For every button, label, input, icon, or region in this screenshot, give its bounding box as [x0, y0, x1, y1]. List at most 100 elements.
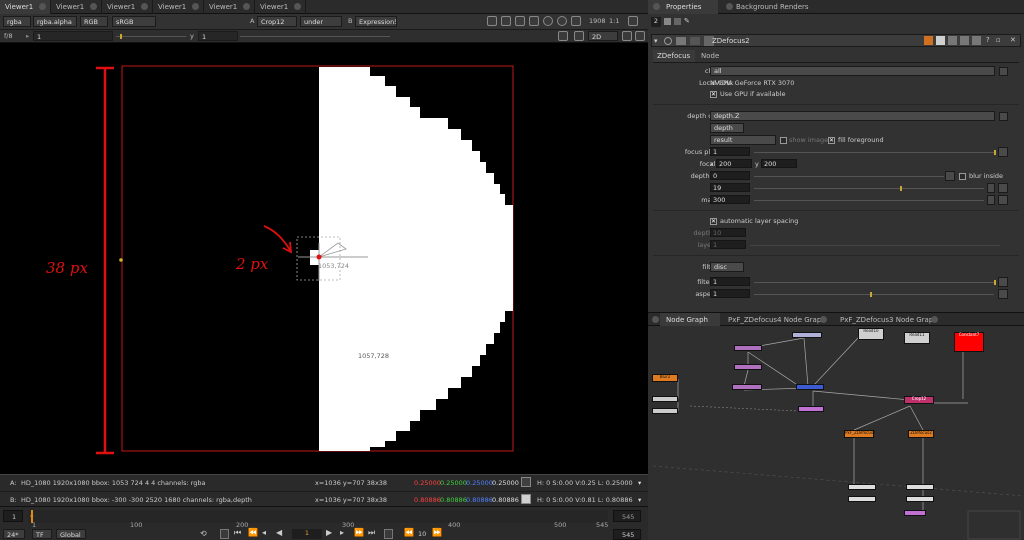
roi-icon[interactable] [487, 16, 497, 26]
graph-node[interactable] [792, 332, 822, 338]
node-color-icon[interactable] [676, 37, 686, 45]
gain-slider-knob[interactable] [120, 34, 122, 39]
pencil-icon[interactable]: ✎ [684, 17, 690, 25]
math-dropdown[interactable]: depth [710, 123, 744, 133]
viewer-node[interactable] [904, 510, 926, 516]
frame-input[interactable]: 1 [33, 31, 113, 41]
focus-plane-input[interactable]: 1 [710, 147, 750, 156]
close-icon[interactable] [820, 316, 827, 323]
region-icon[interactable] [574, 31, 584, 41]
close-icon[interactable] [294, 3, 301, 10]
lock-icon[interactable] [664, 18, 671, 25]
next-frame-icon[interactable]: ▸ [340, 528, 344, 537]
filter-shape-input[interactable]: 1 [710, 277, 750, 286]
composite-op-dropdown[interactable]: under [300, 16, 342, 27]
current-frame-field[interactable]: 1 [3, 510, 23, 522]
view-toggle-icon[interactable] [987, 183, 995, 193]
overlay-icon[interactable] [529, 16, 539, 26]
channel-menu-icon[interactable] [999, 67, 1008, 76]
ratio-label[interactable]: 1:1 [609, 17, 619, 25]
roi-select-icon[interactable] [558, 31, 568, 41]
collapse-icon[interactable]: ▾ [654, 37, 658, 45]
gamma-slider[interactable] [240, 36, 390, 37]
graph-node[interactable] [652, 396, 678, 402]
step-back-icon[interactable]: ⏪ [404, 528, 414, 537]
show-image-checkbox[interactable] [780, 137, 787, 144]
camera-icon[interactable] [622, 31, 632, 41]
animation-menu-icon[interactable] [998, 195, 1008, 205]
graph-node[interactable] [734, 364, 762, 370]
graph-node[interactable] [906, 496, 934, 502]
timeline-track[interactable]: ▾ [28, 510, 608, 523]
float-icon[interactable] [674, 18, 681, 25]
blur-inside-checkbox[interactable] [959, 173, 966, 180]
read-node-1[interactable]: Read10 [858, 328, 884, 340]
layer-curve-slider[interactable] [750, 245, 1000, 246]
auto-layer-checkbox[interactable]: ✕ [710, 218, 717, 225]
depth-layers-input[interactable]: 10 [710, 228, 746, 237]
step-value[interactable]: 10 [418, 530, 426, 538]
read-node-2[interactable]: Read11 [904, 332, 930, 344]
help-icon[interactable]: ? [986, 36, 990, 44]
tab-pxf-zdefocus4-graph[interactable]: PxF_ZDefocus4 Node Graph [724, 313, 826, 326]
graph-node[interactable] [732, 384, 762, 390]
tab-node-graph[interactable]: Node Graph [660, 313, 720, 326]
range-dropdown[interactable]: Global [56, 529, 86, 539]
dropdown-icon[interactable]: ▾ [638, 496, 641, 504]
tab-zdefocus[interactable]: ZDefocus [653, 50, 695, 62]
slider-knob[interactable] [870, 292, 872, 297]
animation-menu-icon[interactable] [945, 171, 955, 181]
focus-plane-slider[interactable] [754, 152, 994, 153]
float-panel-icon[interactable]: ▫ [996, 36, 1001, 44]
colorspace-dropdown[interactable]: RGB [80, 16, 108, 27]
prev-frame-icon[interactable]: ◂ [262, 528, 266, 537]
view-mode-dropdown[interactable]: 2D [588, 31, 618, 41]
view-toggle-icon[interactable] [987, 195, 995, 205]
depth-channel-dropdown[interactable]: depth.Z [710, 111, 995, 121]
use-gpu-checkbox[interactable]: ✕ [710, 91, 717, 98]
maximum-slider[interactable] [754, 200, 984, 201]
revert-icon[interactable] [948, 36, 957, 45]
close-icon[interactable] [931, 316, 938, 323]
display-colorspace-dropdown[interactable]: sRGB [112, 16, 156, 27]
fstop-label[interactable]: f/8 [4, 32, 13, 40]
slider-knob[interactable] [994, 150, 996, 155]
focal-y-input[interactable]: 200 [761, 159, 797, 168]
dof-slider[interactable] [754, 176, 944, 177]
out-point-icon[interactable] [384, 529, 393, 539]
channel-menu-icon[interactable] [999, 112, 1008, 121]
zdefocus-node[interactable]: ZDefocus2 [908, 430, 934, 438]
end-frame-field-2[interactable]: 545 [613, 529, 641, 540]
viewer-tab[interactable]: Viewer1 [255, 0, 306, 14]
pause-icon[interactable] [557, 16, 567, 26]
node-name[interactable]: ZDefocus2 [712, 37, 750, 45]
crop-node[interactable]: Crop12 [904, 396, 934, 404]
copy-icon[interactable] [972, 36, 981, 45]
viewer-canvas[interactable]: 38 px 2 px 1053,724 1057,728 [0, 43, 648, 474]
maximum-input[interactable]: 300 [710, 195, 750, 204]
graph-node[interactable] [848, 496, 876, 502]
layer-curve-input[interactable]: 1 [710, 240, 746, 249]
tab-background-renders[interactable]: Background Renders [720, 0, 820, 14]
dropdown-icon[interactable]: ▾ [638, 479, 641, 487]
aspect-ratio-slider[interactable] [754, 294, 994, 295]
close-icon[interactable] [726, 3, 733, 10]
slider-knob[interactable] [994, 280, 996, 285]
redo-icon[interactable] [936, 36, 945, 45]
tf-dropdown[interactable]: TF [32, 529, 52, 539]
tab-node[interactable]: Node [697, 50, 727, 62]
graph-node[interactable] [798, 406, 824, 412]
play-backward-icon[interactable]: ◀ [276, 528, 282, 537]
viewer-tab[interactable]: Viewer1 [51, 0, 102, 14]
b-input-dropdown[interactable]: Expression5 [355, 16, 397, 27]
viewer-tab[interactable]: Viewer1 [0, 0, 51, 14]
size-input[interactable]: 19 [710, 183, 750, 192]
last-frame-icon[interactable]: ⏭ [368, 528, 375, 538]
step-forward-icon[interactable]: ⏩ [432, 528, 442, 537]
size-slider[interactable] [754, 188, 984, 189]
end-frame-field[interactable]: 545 [613, 510, 641, 522]
fps-dropdown[interactable]: 24* [3, 529, 25, 539]
graph-node[interactable] [848, 484, 876, 490]
clip-warning-icon[interactable] [501, 16, 511, 26]
close-icon[interactable] [90, 3, 97, 10]
